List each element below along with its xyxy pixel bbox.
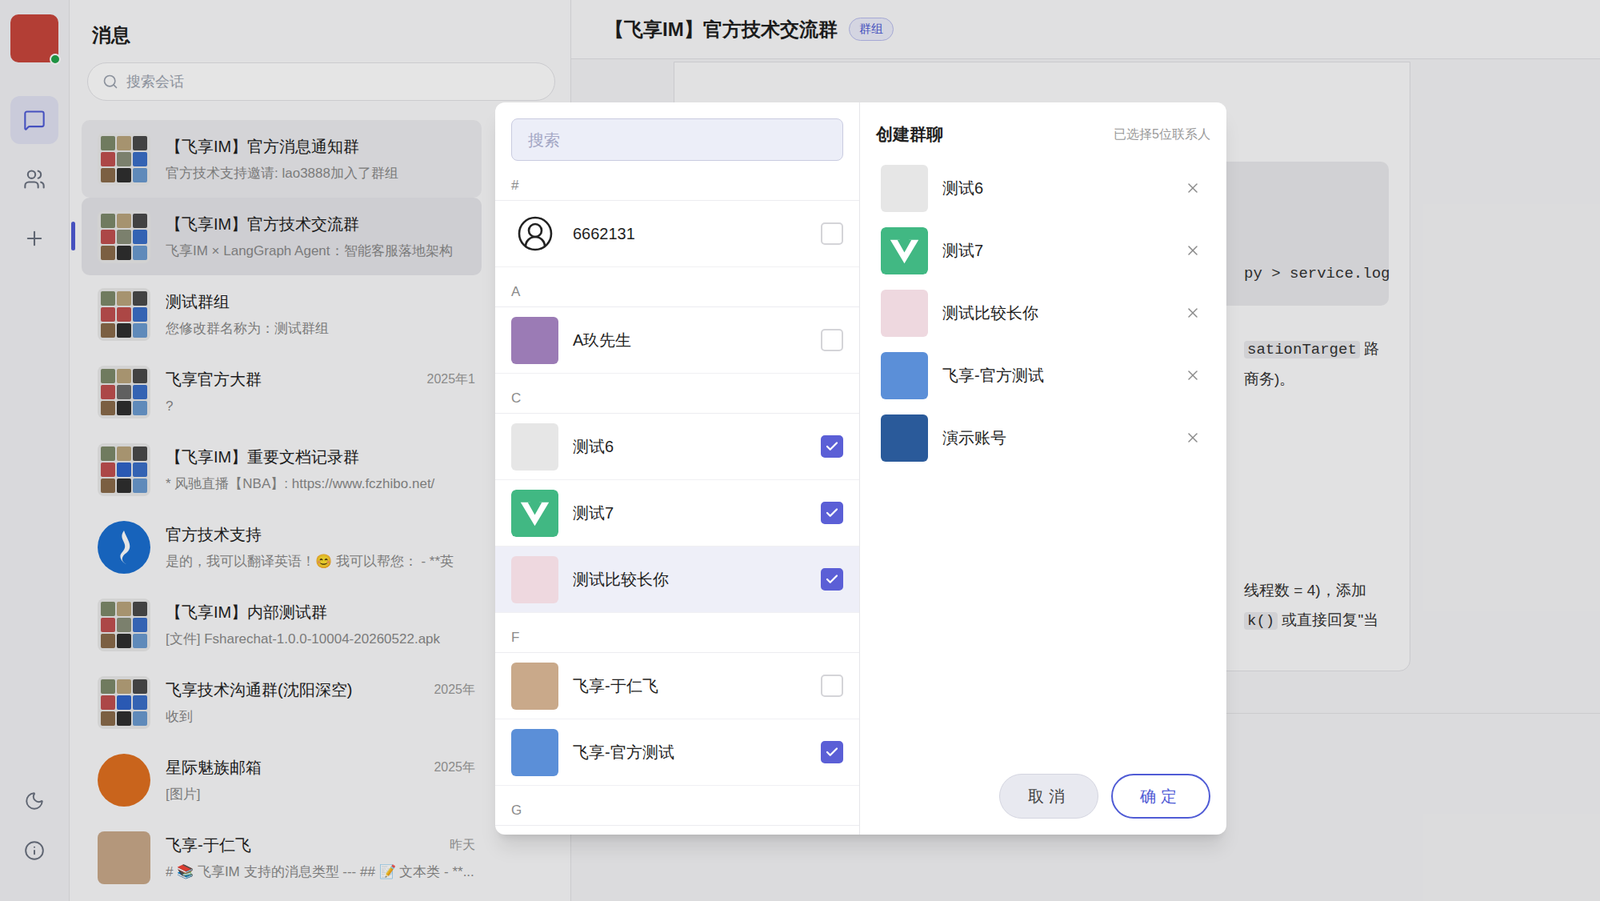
avatar-photo — [880, 289, 928, 337]
contact-name: 测试7 — [572, 500, 807, 525]
contact-name: 飞享-于仁飞 — [572, 673, 807, 698]
selected-contact: 演示账号 — [876, 406, 1211, 469]
check-icon — [824, 505, 840, 520]
contact-checkbox[interactable] — [820, 674, 844, 697]
contact-row[interactable]: 测试6 — [495, 413, 860, 480]
contact-row[interactable]: 6662131 — [495, 200, 860, 268]
avatar-photo — [511, 423, 559, 471]
section-letter: F — [495, 612, 860, 653]
dialog-title: 创建群聊 — [876, 121, 944, 148]
contact-checkbox[interactable] — [820, 568, 844, 591]
contact-row[interactable]: 测试比较长你 — [495, 546, 860, 613]
remove-icon[interactable] — [1184, 304, 1201, 321]
avatar-photo — [880, 164, 928, 212]
remove-icon[interactable] — [1184, 429, 1201, 446]
check-icon — [824, 744, 840, 760]
selected-contact: 测试6 — [876, 156, 1211, 220]
contact-checkbox[interactable] — [820, 740, 844, 764]
contact-checkbox[interactable] — [820, 328, 844, 352]
section-letter: # — [495, 160, 860, 201]
remove-icon[interactable] — [1184, 242, 1201, 259]
check-icon — [824, 439, 840, 454]
selected-name: 测试7 — [942, 238, 1171, 263]
check-icon — [824, 572, 840, 587]
avatar-photo — [511, 728, 559, 776]
remove-icon[interactable] — [1184, 180, 1201, 196]
app: 消息搜索会话【飞享IM】官方消息通知群官方技术支持邀请: lao3888加入了群… — [0, 0, 1600, 901]
contact-section: F 飞享-于仁飞飞享-官方测试 — [495, 612, 860, 786]
confirm-button[interactable]: 确定 — [1111, 773, 1211, 819]
cancel-button[interactable]: 取消 — [999, 773, 1099, 819]
contact-name: 飞享-官方测试 — [572, 740, 807, 764]
contact-name: A玖先生 — [572, 328, 807, 352]
section-letter: G — [495, 785, 860, 826]
selected-name: 演示账号 — [942, 425, 1171, 450]
default-avatar-icon — [511, 210, 559, 258]
selected-name: 测试6 — [942, 176, 1171, 200]
avatar-photo — [511, 662, 559, 710]
contact-list: #6662131AA玖先生C测试6测试7测试比较长你F飞享-于仁飞飞享-官方测试… — [495, 160, 860, 835]
section-letter: C — [495, 373, 860, 414]
contact-section: C 测试6 测试7 测试比较长你 — [495, 373, 860, 613]
selected-contact: 测试比较长你 — [876, 281, 1211, 344]
selection-panel: 创建群聊 已选择5位联系人测试6 测试7 测试比较长你飞享-官方测试演示账号取消确定 — [860, 102, 1227, 835]
create-group-dialog: 搜索#6662131AA玖先生C测试6测试7测试比较长你F飞享-于仁飞飞享-官方… — [495, 102, 1227, 835]
selected-contact: 飞享-官方测试 — [876, 344, 1211, 407]
vue-logo-icon — [511, 489, 559, 537]
selected-contact: 测试7 — [876, 219, 1211, 282]
contact-checkbox[interactable] — [820, 501, 844, 524]
selected-count: 已选择5位联系人 — [1113, 124, 1211, 144]
avatar-photo — [880, 414, 928, 462]
vue-logo-icon — [880, 227, 928, 275]
contact-picker: 搜索#6662131AA玖先生C测试6测试7测试比较长你F飞享-于仁飞飞享-官方… — [495, 102, 860, 835]
avatar-photo — [880, 352, 928, 400]
contact-search[interactable]: 搜索 — [511, 118, 844, 161]
remove-icon[interactable] — [1184, 367, 1201, 384]
contact-row[interactable]: 飞享-官方测试 — [495, 719, 860, 786]
contact-section: #6662131 — [495, 160, 860, 268]
avatar-photo — [511, 556, 559, 604]
avatar-photo — [511, 316, 559, 364]
contact-section: G — [495, 785, 860, 826]
contact-section: A A玖先生 — [495, 267, 860, 374]
selected-name: 测试比较长你 — [942, 300, 1171, 325]
contact-name: 6662131 — [572, 221, 807, 246]
contact-row[interactable]: 飞享-于仁飞 — [495, 652, 860, 720]
contact-name: 测试6 — [572, 434, 807, 459]
contact-checkbox[interactable] — [820, 222, 844, 245]
section-letter: A — [495, 267, 860, 308]
contact-row[interactable]: A玖先生 — [495, 307, 860, 374]
selected-list: 测试6 测试7 测试比较长你飞享-官方测试演示账号 — [876, 156, 1211, 469]
contact-row[interactable]: 测试7 — [495, 480, 860, 547]
selected-name: 飞享-官方测试 — [942, 363, 1171, 388]
contact-checkbox[interactable] — [820, 435, 844, 458]
contact-name: 测试比较长你 — [572, 567, 807, 592]
